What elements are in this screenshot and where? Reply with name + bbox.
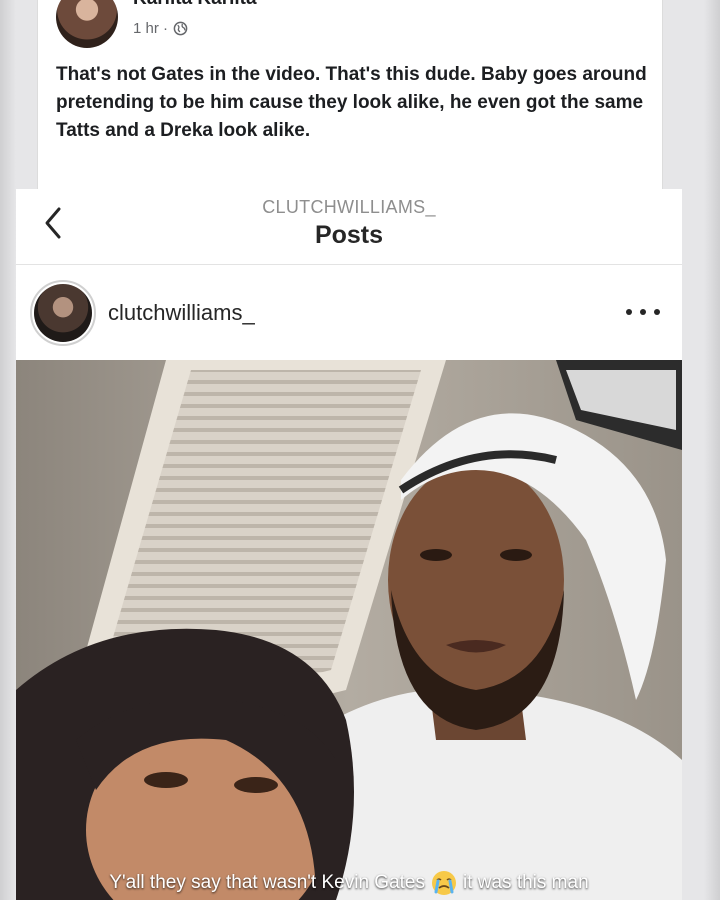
caption-text-after: it was this man xyxy=(462,872,589,893)
comment-text: That's not Gates in the video. That's th… xyxy=(56,64,647,141)
commenter-avatar[interactable] xyxy=(56,0,118,48)
post-photo[interactable]: Y'all they say that wasn't Kevin Gates i… xyxy=(16,360,682,900)
profile-username-header: CLUTCHWILLIAMS_ xyxy=(262,197,436,217)
comment-meta: 1 hr · xyxy=(133,20,188,37)
avatar xyxy=(34,284,92,342)
facebook-comment-card: Karlita Karlita 1 hr · That's not Gates … xyxy=(37,0,663,189)
commenter-name[interactable]: Karlita Karlita xyxy=(133,0,257,10)
page-title: Posts xyxy=(314,221,384,249)
instagram-post-screenshot: CLUTCHWILLIAMS_ Posts clutchwilliams_ Y'… xyxy=(16,189,682,900)
instagram-header: CLUTCHWILLIAMS_ Posts xyxy=(16,189,682,265)
more-dots-icon xyxy=(626,309,632,315)
post-header: clutchwilliams_ xyxy=(16,266,682,360)
globe-icon xyxy=(173,21,188,36)
more-options-button[interactable] xyxy=(626,302,660,322)
crying-face-emoji-icon xyxy=(431,871,456,895)
caption-text-before: Y'all they say that wasn't Kevin Gates xyxy=(109,872,425,893)
comment-time[interactable]: 1 hr · xyxy=(133,20,168,37)
selfie-photo-illustration xyxy=(16,360,682,900)
photo-caption: Y'all they say that wasn't Kevin Gates i… xyxy=(16,870,682,896)
post-avatar[interactable] xyxy=(30,280,96,346)
post-username[interactable]: clutchwilliams_ xyxy=(108,300,255,326)
